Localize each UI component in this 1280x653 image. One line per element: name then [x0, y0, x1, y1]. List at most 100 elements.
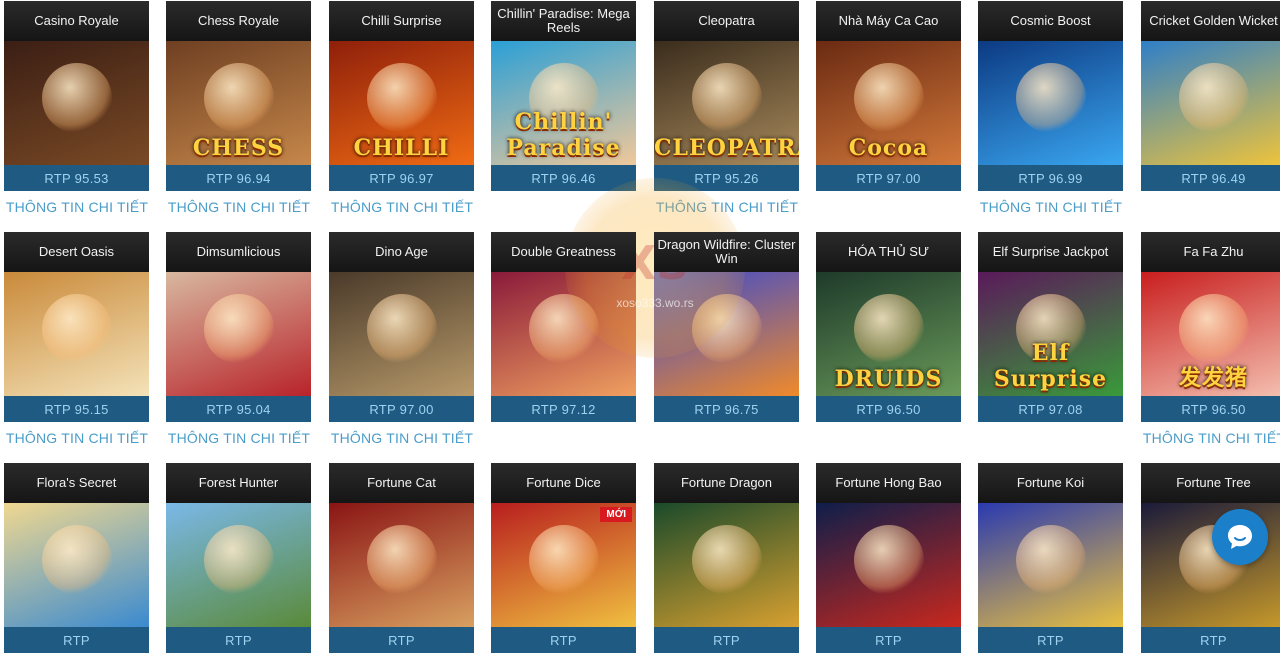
game-title: Flora's Secret: [4, 463, 149, 503]
game-card-h-a-th-s[interactable]: HÓA THỦ SƯ DRUIDS RTP 96.50: [816, 232, 961, 422]
game-card-chess-royale[interactable]: Chess Royale CHESS RTP 96.94: [166, 1, 311, 191]
game-card-double-greatness[interactable]: Double Greatness RTP 97.12: [491, 232, 636, 422]
game-logo-text: Cocoa: [848, 135, 929, 161]
game-title: Cleopatra: [654, 1, 799, 41]
game-thumbnail: [1141, 41, 1280, 165]
game-thumbnail: [978, 503, 1123, 627]
game-card-dragon-wildfire-cluster-win[interactable]: Dragon Wildfire: Cluster Win RTP 96.75: [654, 232, 799, 422]
game-title: Chillin' Paradise: Mega Reels: [491, 1, 636, 41]
game-thumbnail: [4, 41, 149, 165]
game-character-art: [853, 63, 924, 133]
game-thumbnail: [654, 272, 799, 396]
rtp-label: RTP 96.50: [1141, 396, 1280, 422]
new-badge: MỚI: [600, 507, 632, 522]
game-title: Dino Age: [329, 232, 474, 272]
game-character-art: [528, 294, 599, 364]
game-thumbnail: [654, 503, 799, 627]
game-title: Chess Royale: [166, 1, 311, 41]
rtp-label: RTP 96.75: [654, 396, 799, 422]
game-card-desert-oasis[interactable]: Desert Oasis RTP 95.15: [4, 232, 149, 422]
game-logo-text: CLEOPATRA: [654, 135, 799, 161]
game-card-cricket-golden-wicket[interactable]: Cricket Golden Wicket RTP 96.49: [1141, 1, 1280, 191]
detail-link[interactable]: THÔNG TIN CHI TIẾT: [322, 199, 482, 215]
game-logo-text: CHILLI: [353, 135, 450, 161]
game-character-art: [528, 525, 599, 595]
game-character-art: [203, 294, 274, 364]
detail-link[interactable]: THÔNG TIN CHI TIẾT: [159, 199, 319, 215]
game-character-art: [41, 63, 112, 133]
game-thumbnail: CLEOPATRA: [654, 41, 799, 165]
game-thumbnail: [978, 41, 1123, 165]
game-thumbnail: [4, 503, 149, 627]
rtp-label: RTP 95.15: [4, 396, 149, 422]
rtp-label: RTP: [1141, 627, 1280, 653]
rtp-label: RTP 95.26: [654, 165, 799, 191]
rtp-label: RTP 95.53: [4, 165, 149, 191]
rtp-label: RTP 96.49: [1141, 165, 1280, 191]
game-title: Double Greatness: [491, 232, 636, 272]
game-logo-text: 发发猪: [1178, 365, 1248, 391]
game-title: Fortune Tree: [1141, 463, 1280, 503]
game-card-fortune-hong-bao[interactable]: Fortune Hong Bao RTP: [816, 463, 961, 653]
game-card-cosmic-boost[interactable]: Cosmic Boost RTP 96.99: [978, 1, 1123, 191]
detail-link[interactable]: THÔNG TIN CHI TIẾT: [0, 199, 157, 215]
game-logo-text: Chillin' Paradise: [506, 109, 621, 161]
game-card-fortune-koi[interactable]: Fortune Koi RTP: [978, 463, 1123, 653]
rtp-label: RTP 96.99: [978, 165, 1123, 191]
game-thumbnail: 发发猪: [1141, 272, 1280, 396]
game-card-fortune-cat[interactable]: Fortune Cat RTP: [329, 463, 474, 653]
detail-link[interactable]: THÔNG TIN CHI TIẾT: [322, 430, 482, 446]
game-thumbnail: [166, 503, 311, 627]
game-character-art: [366, 63, 437, 133]
game-card-chillin-paradise-mega-reels[interactable]: Chillin' Paradise: Mega Reels Chillin' Pa…: [491, 1, 636, 191]
game-title: Fortune Koi: [978, 463, 1123, 503]
game-card-chilli-surprise[interactable]: Chilli Surprise CHILLI RTP 96.97: [329, 1, 474, 191]
rtp-label: RTP 96.46: [491, 165, 636, 191]
game-thumbnail: [4, 272, 149, 396]
game-thumbnail: [491, 272, 636, 396]
game-card-casino-royale[interactable]: Casino Royale RTP 95.53: [4, 1, 149, 191]
rtp-label: RTP: [491, 627, 636, 653]
chat-button[interactable]: [1212, 509, 1268, 565]
game-card-nh-m-y-ca-cao[interactable]: Nhà Máy Ca Cao Cocoa RTP 97.00: [816, 1, 961, 191]
game-title: HÓA THỦ SƯ: [816, 232, 961, 272]
game-card-cleopatra[interactable]: Cleopatra CLEOPATRA RTP 95.26: [654, 1, 799, 191]
rtp-label: RTP 97.00: [329, 396, 474, 422]
game-thumbnail: [329, 503, 474, 627]
detail-link[interactable]: THÔNG TIN CHI TIẾT: [647, 199, 807, 215]
game-title: Nhà Máy Ca Cao: [816, 1, 961, 41]
rtp-label: RTP: [816, 627, 961, 653]
game-thumbnail: [166, 272, 311, 396]
game-card-dino-age[interactable]: Dino Age RTP 97.00: [329, 232, 474, 422]
game-title: Cosmic Boost: [978, 1, 1123, 41]
game-character-art: [1015, 525, 1086, 595]
game-card-dimsumlicious[interactable]: Dimsumlicious RTP 95.04: [166, 232, 311, 422]
chat-bubble-icon: [1228, 525, 1252, 549]
game-thumbnail: Cocoa: [816, 41, 961, 165]
game-title: Fortune Dice: [491, 463, 636, 503]
rtp-label: RTP: [654, 627, 799, 653]
game-card-fa-fa-zhu[interactable]: Fa Fa Zhu 发发猪 RTP 96.50: [1141, 232, 1280, 422]
game-character-art: [203, 525, 274, 595]
game-thumbnail: DRUIDS: [816, 272, 961, 396]
detail-link[interactable]: THÔNG TIN CHI TIẾT: [971, 199, 1131, 215]
game-title: Fortune Cat: [329, 463, 474, 503]
game-thumbnail: Elf Surprise: [978, 272, 1123, 396]
game-character-art: [41, 294, 112, 364]
rtp-label: RTP 96.50: [816, 396, 961, 422]
game-card-fortune-dragon[interactable]: Fortune Dragon RTP: [654, 463, 799, 653]
game-thumbnail: CHILLI: [329, 41, 474, 165]
game-card-fortune-tree[interactable]: Fortune Tree RTP: [1141, 463, 1280, 653]
game-card-elf-surprise-jackpot[interactable]: Elf Surprise Jackpot Elf Surprise RTP 97.0…: [978, 232, 1123, 422]
detail-link[interactable]: THÔNG TIN CHI TIẾT: [159, 430, 319, 446]
game-card-fortune-dice[interactable]: Fortune Dice MỚI RTP: [491, 463, 636, 653]
game-thumbnail: CHESS: [166, 41, 311, 165]
game-title: Fortune Dragon: [654, 463, 799, 503]
game-thumbnail: [329, 272, 474, 396]
game-card-forest-hunter[interactable]: Forest Hunter RTP: [166, 463, 311, 653]
detail-link[interactable]: THÔNG TIN CHI TIẾT: [0, 430, 157, 446]
game-card-flora-s-secret[interactable]: Flora's Secret RTP: [4, 463, 149, 653]
game-logo-text: Elf Surprise: [993, 340, 1108, 392]
game-character-art: [366, 525, 437, 595]
detail-link[interactable]: THÔNG TIN CHI TIẾT: [1134, 430, 1280, 446]
